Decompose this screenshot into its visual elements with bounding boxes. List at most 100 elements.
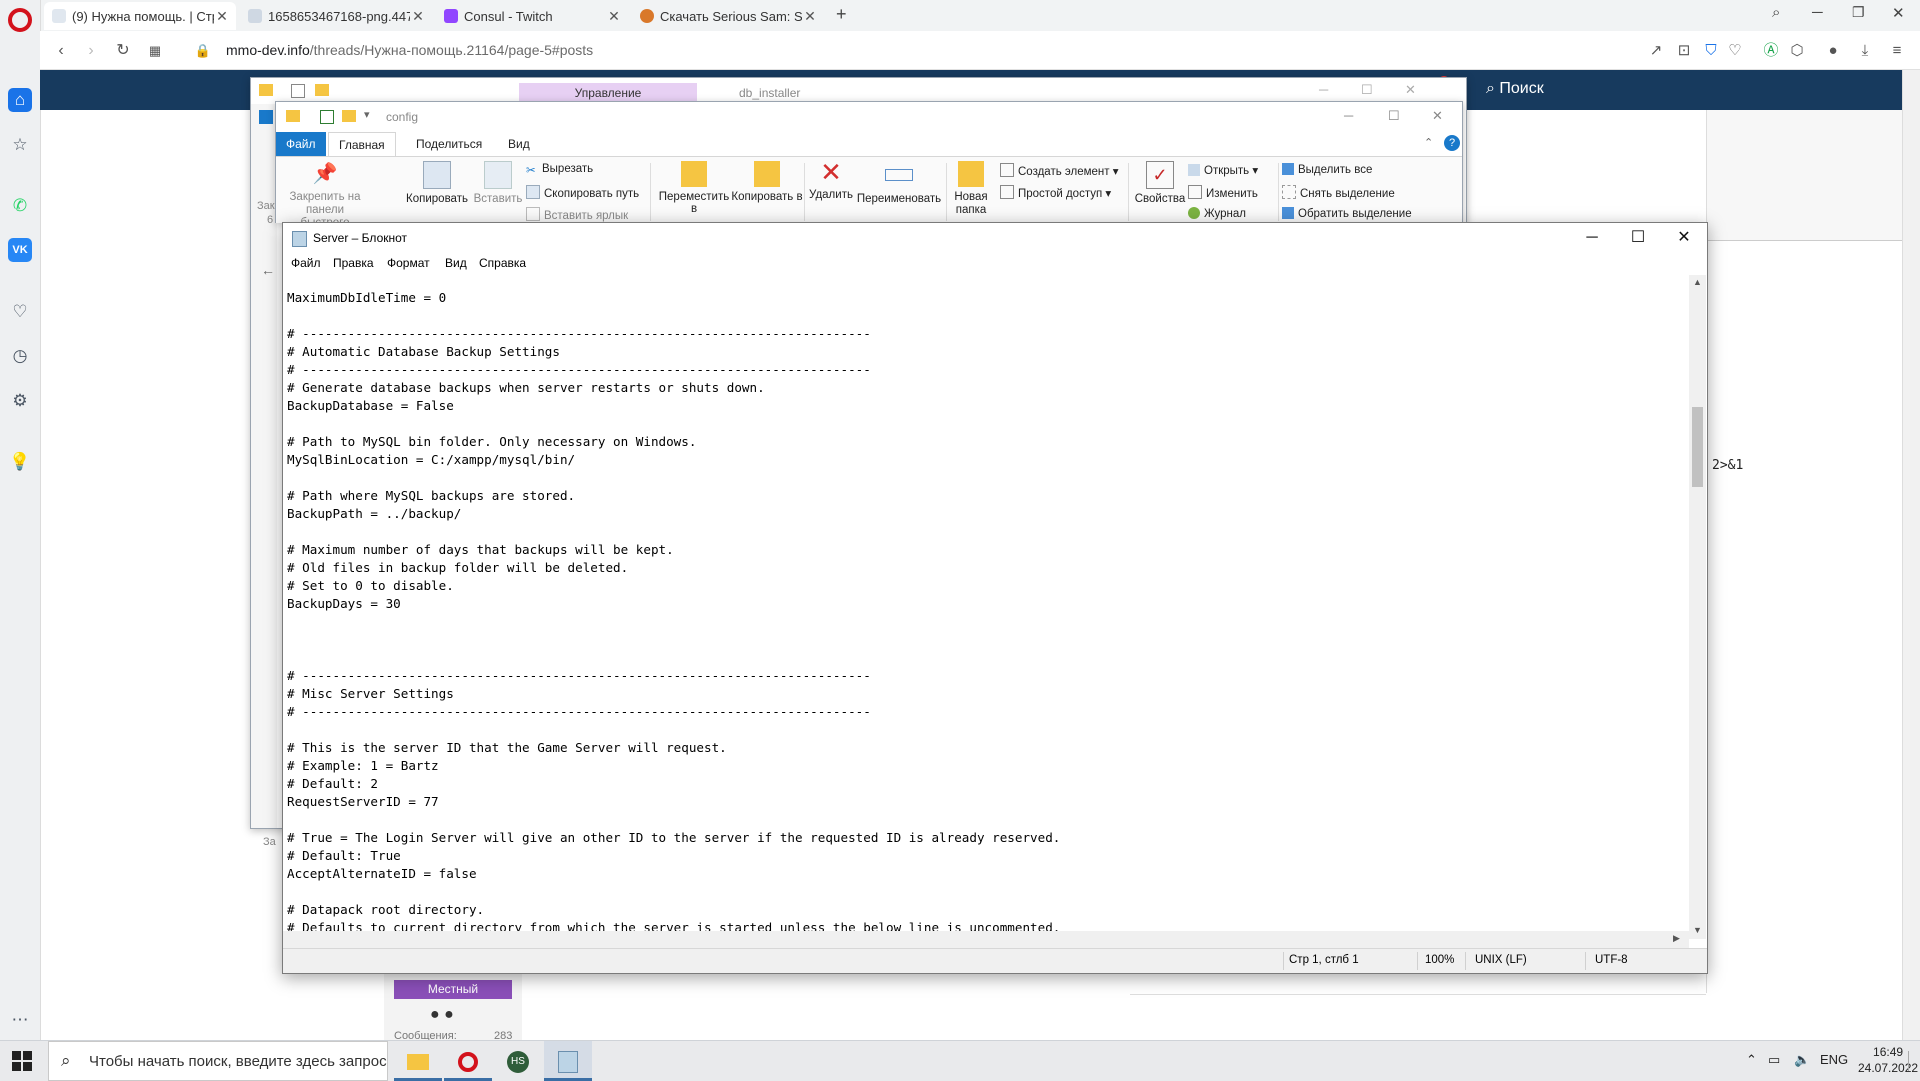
restore-icon[interactable]: ❐ <box>1852 4 1865 21</box>
taskbar-opera[interactable] <box>444 1041 492 1081</box>
taskbar-explorer[interactable] <box>394 1041 442 1081</box>
tab-serious-sam[interactable]: Скачать Serious Sam: Sibe ✕ <box>632 2 824 30</box>
paste-button[interactable]: Вставить <box>470 161 526 205</box>
paste-shortcut-button[interactable]: Вставить ярлык <box>526 207 628 222</box>
minimize-icon[interactable]: ─ <box>1569 223 1615 253</box>
new-tab-button[interactable]: + <box>836 4 847 25</box>
maximize-icon[interactable]: ☐ <box>1388 108 1400 124</box>
taskbar-hs[interactable]: HS <box>494 1041 542 1081</box>
tab-twitch[interactable]: Consul - Twitch ✕ <box>436 2 628 30</box>
lightbulb-icon[interactable]: 💡 <box>8 450 32 474</box>
profile-icon[interactable]: ● <box>1822 40 1844 62</box>
qat-dropdown-icon[interactable]: ▾ <box>364 108 370 121</box>
menu-file[interactable]: Файл <box>291 256 321 270</box>
close-icon[interactable]: ✕ <box>410 8 426 25</box>
minimize-icon[interactable]: ─ <box>1812 4 1823 21</box>
url-field[interactable]: mmo-dev.info/threads/Нужна-помощь.21164/… <box>226 42 593 58</box>
scroll-down-icon[interactable]: ▼ <box>1693 925 1702 935</box>
tab-file[interactable]: Файл <box>276 132 326 156</box>
tab-home[interactable]: Главная <box>328 132 396 157</box>
close-icon[interactable]: ✕ <box>1432 108 1443 124</box>
scroll-right-icon[interactable]: ▶ <box>1673 933 1680 944</box>
language-indicator[interactable]: ENG <box>1820 1052 1848 1067</box>
whatsapp-icon[interactable]: ✆ <box>8 194 32 218</box>
forum-search-button[interactable]: ⌕ Поиск <box>1486 80 1544 98</box>
star-icon[interactable]: ☆ <box>8 133 32 157</box>
cube-icon[interactable]: ⬡ <box>1786 40 1808 62</box>
search-tabs-icon[interactable]: ⌕ <box>1772 4 1780 21</box>
download-icon[interactable]: ⤓ <box>1854 40 1876 62</box>
tab-view[interactable]: Вид <box>498 132 540 156</box>
settings-icon[interactable]: ⚙ <box>8 389 32 413</box>
back-arrow-icon[interactable]: ← <box>261 262 275 278</box>
help-icon[interactable]: ? <box>1444 135 1460 151</box>
explorer-window[interactable]: ▾ config ─ ☐ ✕ Файл Главная Поделиться В… <box>275 101 1463 242</box>
tab-forum[interactable]: (9) Нужна помощь. | Стра ✕ <box>44 2 236 30</box>
new-item-button[interactable]: Создать элемент ▾ <box>1000 163 1119 178</box>
delete-button[interactable]: ✕ Удалить <box>806 159 856 201</box>
collapse-ribbon-icon[interactable]: ⌃ <box>1424 136 1433 149</box>
cut-button[interactable]: ✂ Вырезать <box>526 163 593 177</box>
menu-format[interactable]: Формат <box>387 256 430 270</box>
forward-icon[interactable]: › <box>80 40 102 62</box>
close-icon[interactable]: ✕ <box>606 8 622 25</box>
vertical-scrollbar[interactable]: ▲ ▼ <box>1689 275 1706 939</box>
minimize-icon[interactable]: ─ <box>1319 82 1328 97</box>
notepad-window[interactable]: Server – Блокнот ─ ☐ ✕ Файл Правка Форма… <box>282 222 1708 974</box>
horizontal-scrollbar[interactable]: ▶ <box>283 931 1689 948</box>
select-all-button[interactable]: Выделить все <box>1282 163 1372 176</box>
properties-button[interactable]: ✓ Свойства <box>1130 161 1190 205</box>
share-icon[interactable]: ↗ <box>1645 40 1667 62</box>
copy-path-button[interactable]: Скопировать путь <box>526 185 639 200</box>
easy-access-button[interactable]: Простой доступ ▾ <box>1000 185 1111 200</box>
history-icon[interactable]: ◷ <box>8 344 32 368</box>
menu-icon[interactable]: ≡ <box>1886 40 1908 62</box>
tab-image[interactable]: 1658653467168-png.4473 ✕ <box>240 2 432 30</box>
minimize-icon[interactable]: ─ <box>1344 108 1353 123</box>
history-button[interactable]: Журнал <box>1188 207 1246 220</box>
close-icon[interactable]: ✕ <box>802 8 818 25</box>
close-icon[interactable]: ✕ <box>214 8 230 25</box>
notepad-text-area[interactable]: MaximumDbIdleTime = 0 # ----------------… <box>287 289 1673 931</box>
tab-share[interactable]: Поделиться <box>406 132 492 156</box>
home-icon[interactable]: ⌂ <box>8 88 32 112</box>
shield-icon[interactable]: ⛉ <box>1700 40 1722 62</box>
select-none-button[interactable]: Снять выделение <box>1282 185 1395 200</box>
more-icon[interactable]: ⋯ <box>8 1008 32 1032</box>
scroll-up-icon[interactable]: ▲ <box>1693 277 1702 287</box>
close-icon[interactable]: ✕ <box>1661 223 1707 253</box>
edit-button[interactable]: Изменить <box>1188 185 1258 200</box>
move-to-button[interactable]: Переместить в <box>656 161 732 215</box>
maximize-icon[interactable]: ☐ <box>1361 82 1373 98</box>
close-icon[interactable]: ✕ <box>1405 82 1416 98</box>
favorite-heart-icon[interactable]: ♡ <box>1724 40 1746 62</box>
scroll-thumb[interactable] <box>1692 407 1703 487</box>
vk-icon[interactable]: VK <box>8 238 32 262</box>
close-window-icon[interactable]: ✕ <box>1892 4 1905 22</box>
menu-edit[interactable]: Правка <box>333 256 374 270</box>
show-desktop[interactable] <box>1908 1051 1909 1071</box>
volume-icon[interactable]: 🔈 <box>1794 1052 1810 1068</box>
new-folder-button[interactable]: Новая папка <box>948 161 994 217</box>
windows-start-icon[interactable] <box>12 1051 34 1073</box>
heart-icon[interactable]: ♡ <box>8 300 32 324</box>
invert-selection-button[interactable]: Обратить выделение <box>1282 207 1412 220</box>
menu-view[interactable]: Вид <box>445 256 467 270</box>
open-button[interactable]: Открыть ▾ <box>1188 163 1258 177</box>
reload-icon[interactable]: ↻ <box>112 40 134 62</box>
tray-expand-icon[interactable]: ⌃ <box>1746 1052 1757 1068</box>
taskbar-notepad[interactable] <box>544 1041 592 1081</box>
taskbar-search[interactable]: ⌕ Чтобы начать поиск, введите здесь запр… <box>48 1041 388 1081</box>
copy-button[interactable]: Копировать <box>402 161 472 205</box>
maximize-icon[interactable]: ☐ <box>1615 223 1661 253</box>
back-icon[interactable]: ‹ <box>50 40 72 62</box>
rename-button[interactable]: Переименовать <box>854 161 944 205</box>
menu-help[interactable]: Справка <box>479 256 526 270</box>
page-scrollbar[interactable] <box>1902 70 1920 1040</box>
network-icon[interactable]: ▭ <box>1768 1052 1780 1068</box>
clock[interactable]: 16:49 24.07.2022 <box>1858 1044 1918 1076</box>
extension-icon[interactable]: Ⓐ <box>1760 40 1782 62</box>
camera-icon[interactable]: ⊡ <box>1673 40 1695 62</box>
opera-logo-icon[interactable] <box>8 8 32 32</box>
tabs-grid-icon[interactable]: ▦ <box>144 40 166 62</box>
